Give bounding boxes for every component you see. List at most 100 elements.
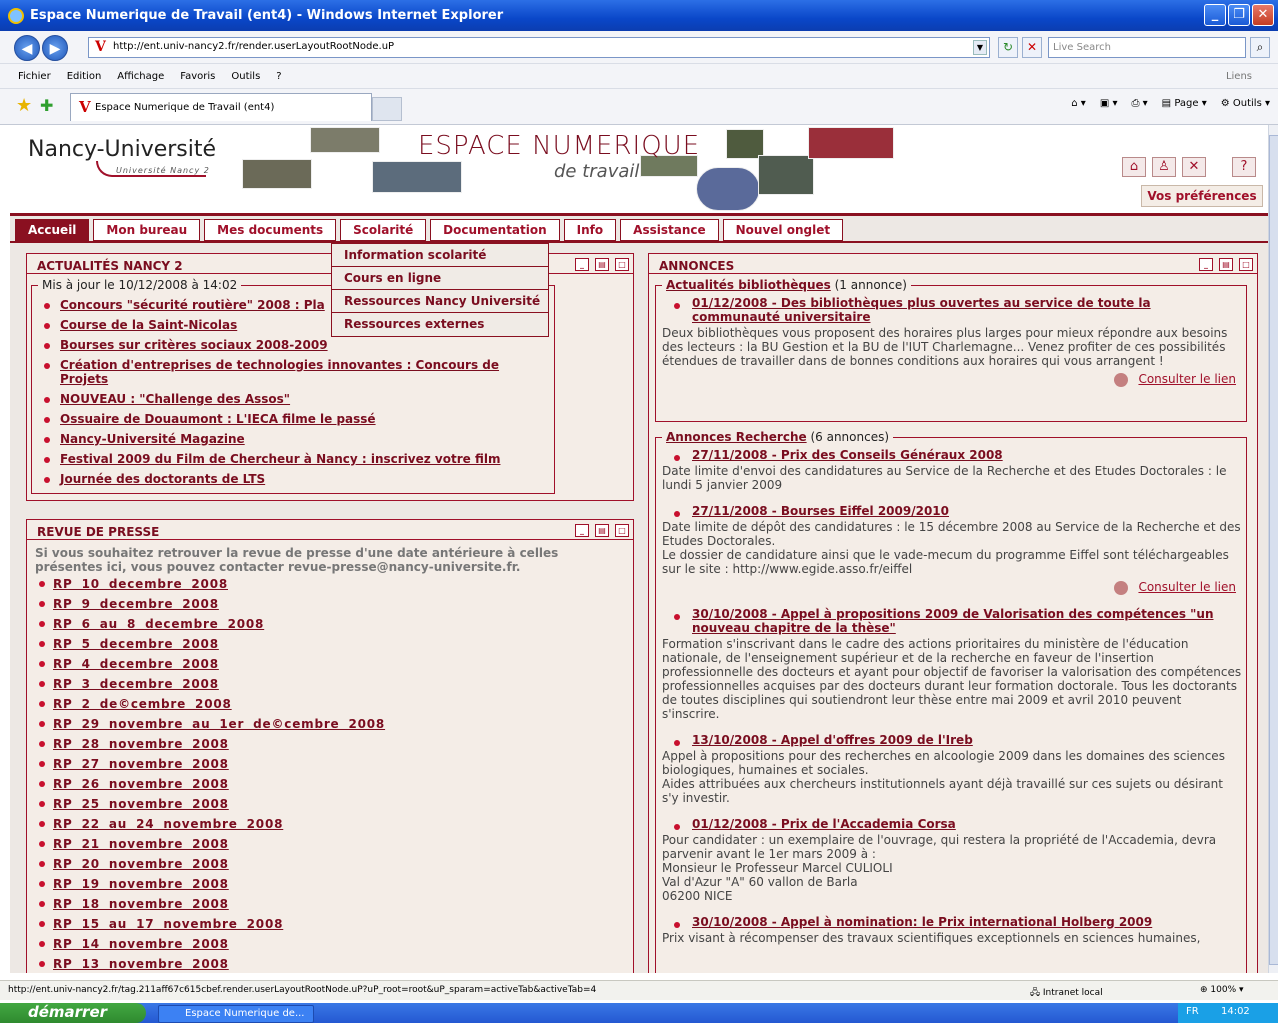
- dropdown-item[interactable]: Information scolarité: [332, 244, 548, 267]
- address-bar[interactable]: V http://ent.univ-nancy2.fr/render.userL…: [88, 37, 990, 58]
- tab-documentation[interactable]: Documentation: [430, 219, 560, 241]
- detach-icon[interactable]: ▤: [1219, 258, 1233, 271]
- scrollbar-thumb[interactable]: [1269, 135, 1278, 965]
- news-link[interactable]: Course de la Saint-Nicolas: [60, 318, 237, 332]
- back-button[interactable]: ◀: [14, 35, 40, 61]
- feeds-icon[interactable]: ▣ ▾: [1100, 98, 1118, 109]
- press-link[interactable]: RP 21 novembre 2008: [53, 837, 229, 851]
- browser-tab[interactable]: V Espace Numerique de Travail (ent4): [70, 93, 372, 121]
- tab-info[interactable]: Info: [563, 219, 617, 241]
- print-icon[interactable]: ⎙ ▾: [1131, 98, 1147, 109]
- maximize-icon[interactable]: □: [615, 258, 629, 271]
- start-button[interactable]: démarrer: [0, 1003, 146, 1023]
- taskbar-item[interactable]: Espace Numerique de...: [158, 1005, 314, 1023]
- add-favorite-icon[interactable]: ✚: [40, 96, 53, 115]
- announcement-link[interactable]: 27/11/2008 - Bourses Eiffel 2009/2010: [692, 504, 949, 518]
- press-link[interactable]: RP 20 novembre 2008: [53, 857, 229, 871]
- maximize-button[interactable]: ❐: [1228, 4, 1250, 26]
- press-link[interactable]: RP 19 novembre 2008: [53, 877, 229, 891]
- press-link[interactable]: RP 27 novembre 2008: [53, 757, 229, 771]
- announcement-link[interactable]: 30/10/2008 - Appel à nomination: le Prix…: [692, 915, 1152, 929]
- page-menu[interactable]: ▤ Page ▾: [1162, 98, 1207, 109]
- dropdown-item[interactable]: Ressources externes: [332, 313, 548, 336]
- nancy-universite-logo[interactable]: Nancy-Université: [28, 137, 216, 162]
- refresh-icon[interactable]: ↻: [998, 37, 1018, 58]
- consult-link[interactable]: Consulter le lien: [1138, 372, 1236, 386]
- home-icon[interactable]: ⌂: [1122, 157, 1146, 177]
- press-link[interactable]: RP 6 au 8 decembre 2008: [53, 617, 264, 631]
- zoom-control[interactable]: ⊕ 100% ▾: [1200, 985, 1244, 995]
- press-link[interactable]: RP 26 novembre 2008: [53, 777, 229, 791]
- press-link[interactable]: RP 28 novembre 2008: [53, 737, 229, 751]
- favorites-star-icon[interactable]: ★: [16, 95, 32, 116]
- press-link[interactable]: RP 9 decembre 2008: [53, 597, 219, 611]
- page-scrollbar[interactable]: [1268, 125, 1278, 973]
- search-input[interactable]: Live Search: [1048, 37, 1246, 58]
- news-link[interactable]: Journée des doctorants de LTS: [60, 472, 265, 486]
- news-link[interactable]: NOUVEAU : "Challenge des Assos": [60, 392, 290, 406]
- announcement-link[interactable]: 01/12/2008 - Des bibliothèques plus ouve…: [692, 296, 1242, 324]
- menu-fichier[interactable]: Fichier: [18, 71, 51, 82]
- tools-menu[interactable]: ⚙ Outils ▾: [1221, 98, 1270, 109]
- forward-button[interactable]: ▶: [42, 35, 68, 61]
- press-link[interactable]: RP 22 au 24 novembre 2008: [53, 817, 283, 831]
- announcement-link[interactable]: 13/10/2008 - Appel d'offres 2009 de l'Ir…: [692, 733, 973, 747]
- menu-affichage[interactable]: Affichage: [117, 71, 164, 82]
- press-link[interactable]: RP 29 novembre au 1er de©cembre 2008: [53, 717, 385, 731]
- press-link[interactable]: RP 10 decembre 2008: [53, 577, 228, 591]
- detach-icon[interactable]: ▤: [595, 258, 609, 271]
- news-link[interactable]: Bourses sur critères sociaux 2008-2009: [60, 338, 328, 352]
- biblio-link[interactable]: Actualités bibliothèques: [666, 278, 831, 292]
- tab-assistance[interactable]: Assistance: [620, 219, 719, 241]
- tab-scolarite[interactable]: Scolarité: [340, 219, 427, 241]
- menu-edition[interactable]: Edition: [67, 71, 102, 82]
- search-icon[interactable]: ⌕: [1250, 37, 1270, 58]
- news-link[interactable]: Ossuaire de Douaumont : L'IECA filme le …: [60, 412, 376, 426]
- dropdown-item[interactable]: Ressources Nancy Université: [332, 290, 548, 313]
- home-icon[interactable]: ⌂ ▾: [1071, 98, 1086, 109]
- tab-mon-bureau[interactable]: Mon bureau: [93, 219, 201, 241]
- press-link[interactable]: RP 15 au 17 novembre 2008: [53, 917, 283, 931]
- news-link[interactable]: Concours "sécurité routière" 2008 : Pla: [60, 298, 325, 312]
- press-link[interactable]: RP 18 novembre 2008: [53, 897, 229, 911]
- links-toolbar[interactable]: Liens: [1226, 71, 1252, 82]
- dropdown-item[interactable]: Cours en ligne: [332, 267, 548, 290]
- new-tab-button[interactable]: [372, 97, 402, 121]
- announcement-link[interactable]: 27/11/2008 - Prix des Conseils Généraux …: [692, 448, 1003, 462]
- press-link[interactable]: RP 4 decembre 2008: [53, 657, 219, 671]
- press-link[interactable]: RP 5 decembre 2008: [53, 637, 219, 651]
- preferences-button[interactable]: Vos préférences: [1141, 185, 1263, 207]
- press-link[interactable]: RP 3 decembre 2008: [53, 677, 219, 691]
- minimize-icon[interactable]: _: [1199, 258, 1213, 271]
- address-dropdown-icon[interactable]: ▼: [973, 40, 987, 55]
- press-link[interactable]: RP 25 novembre 2008: [53, 797, 229, 811]
- press-link[interactable]: RP 13 novembre 2008: [53, 957, 229, 971]
- maximize-icon[interactable]: □: [1239, 258, 1253, 271]
- help-icon[interactable]: ?: [1232, 157, 1256, 177]
- menu-favoris[interactable]: Favoris: [180, 71, 215, 82]
- recherche-link[interactable]: Annonces Recherche: [666, 430, 807, 444]
- menu-help[interactable]: ?: [276, 71, 281, 82]
- close-button[interactable]: ✕: [1252, 4, 1274, 26]
- logout-icon[interactable]: ✕: [1182, 157, 1206, 177]
- tab-accueil[interactable]: Accueil: [15, 219, 90, 241]
- announcement-link[interactable]: 30/10/2008 - Appel à propositions 2009 d…: [692, 607, 1242, 635]
- maximize-icon[interactable]: □: [615, 524, 629, 537]
- minimize-icon[interactable]: _: [575, 524, 589, 537]
- language-indicator[interactable]: FR: [1186, 1006, 1199, 1017]
- minimize-button[interactable]: _: [1204, 4, 1226, 26]
- news-link[interactable]: Création d'entreprises de technologies i…: [60, 358, 550, 386]
- press-link[interactable]: RP 14 novembre 2008: [53, 937, 229, 951]
- news-link[interactable]: Nancy-Université Magazine: [60, 432, 245, 446]
- press-link[interactable]: RP 2 de©cembre 2008: [53, 697, 232, 711]
- tab-nouvel-onglet[interactable]: Nouvel onglet: [722, 219, 844, 241]
- news-link[interactable]: Festival 2009 du Film de Chercheur à Nan…: [60, 452, 500, 466]
- consult-link[interactable]: Consulter le lien: [1138, 580, 1236, 594]
- stop-icon[interactable]: ✕: [1022, 37, 1042, 58]
- minimize-icon[interactable]: _: [575, 258, 589, 271]
- menu-outils[interactable]: Outils: [231, 71, 260, 82]
- tab-mes-documents[interactable]: Mes documents: [204, 219, 337, 241]
- announcement-link[interactable]: 01/12/2008 - Prix de l'Accademia Corsa: [692, 817, 956, 831]
- sitemap-icon[interactable]: ♙: [1152, 157, 1176, 177]
- detach-icon[interactable]: ▤: [595, 524, 609, 537]
